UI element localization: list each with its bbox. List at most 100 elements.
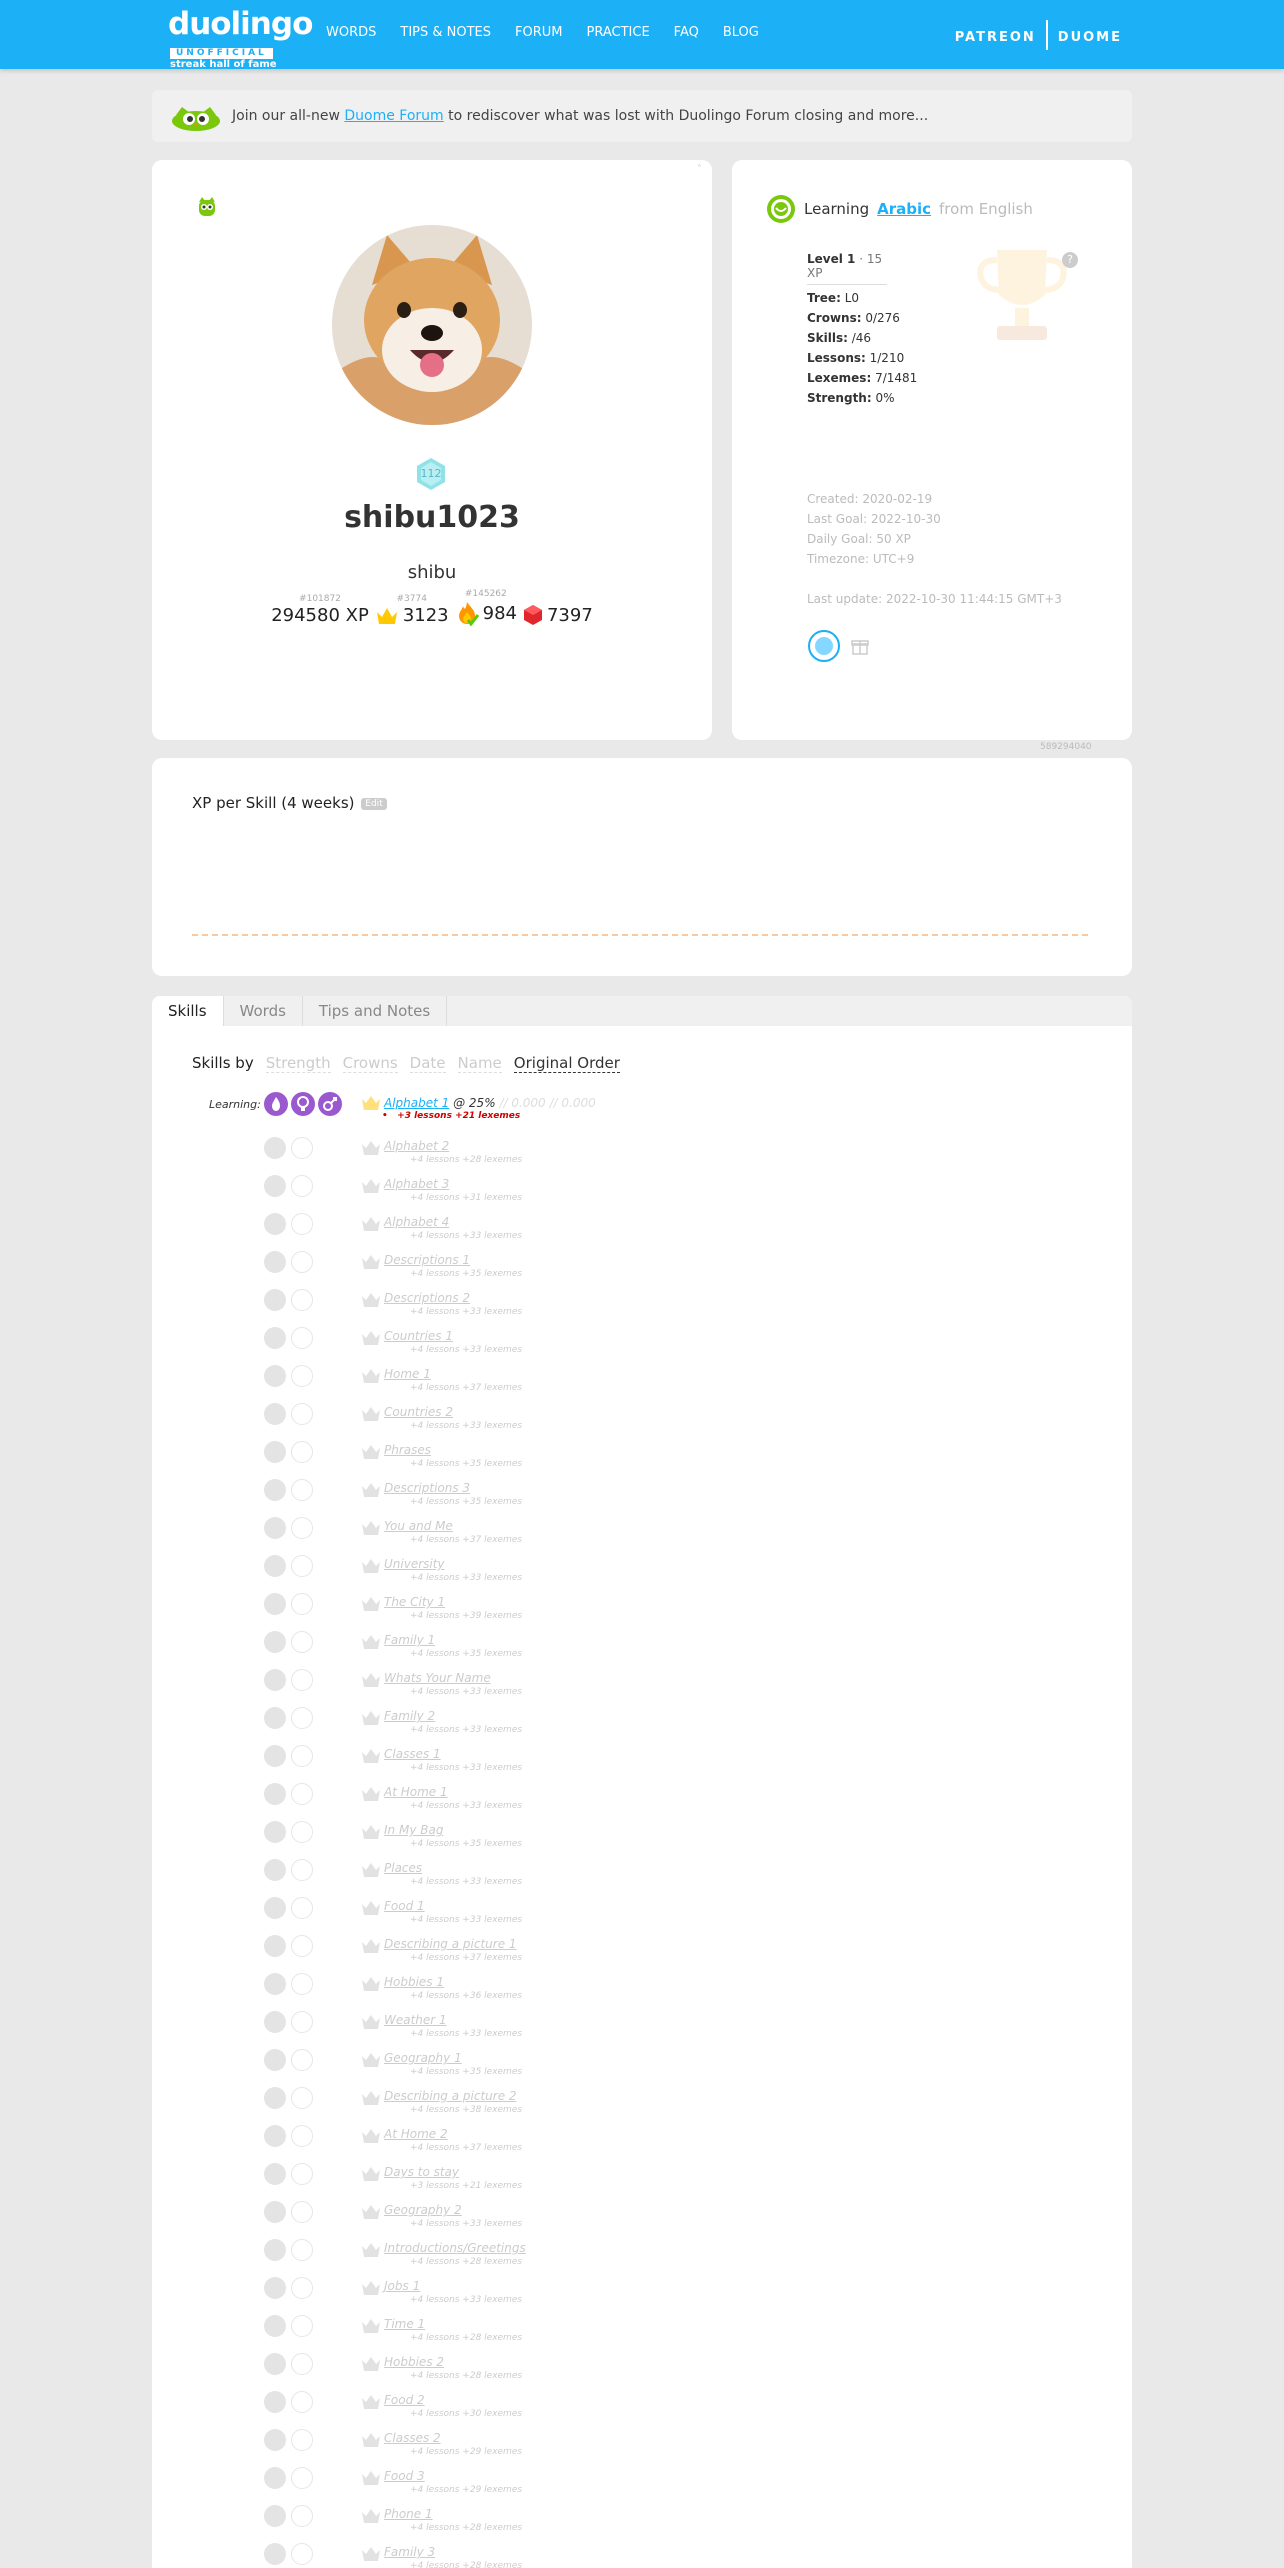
skill-name-link[interactable]: Food 1: [384, 1899, 425, 1913]
skill-sun-icon[interactable]: [264, 1593, 286, 1615]
skill-clock-icon[interactable]: [264, 2315, 286, 2337]
sort-crowns[interactable]: Crowns: [342, 1054, 398, 1073]
male-symbol-icon[interactable]: [318, 1092, 342, 1116]
skill-name-link[interactable]: Family 2: [384, 1709, 435, 1723]
skill-frame-icon[interactable]: [264, 1859, 286, 1881]
nav-tips-notes[interactable]: TIPS & NOTES: [400, 25, 491, 40]
skill-name-link[interactable]: Family 3: [384, 2545, 435, 2559]
skill-book-icon[interactable]: [264, 1555, 286, 1577]
skill-name-link[interactable]: Countries 1: [384, 1329, 453, 1343]
skill-name-link[interactable]: Alphabet 3: [384, 1177, 449, 1191]
skill-triangle-icon[interactable]: [264, 2201, 286, 2223]
skill-lock-icon[interactable]: [264, 1175, 286, 1197]
skill-globe-icon[interactable]: [264, 1251, 286, 1273]
duome-link[interactable]: DUOME: [1058, 30, 1122, 45]
skill-music-icon[interactable]: [264, 1745, 286, 1767]
skill-store-icon[interactable]: [264, 1821, 286, 1843]
skill-globe-icon[interactable]: [264, 2239, 286, 2261]
skill-star-icon[interactable]: [264, 1973, 286, 1995]
skill-heart-icon[interactable]: [264, 2543, 286, 2565]
sort-original-order[interactable]: Original Order: [513, 1054, 620, 1073]
skill-heart-icon[interactable]: [264, 1707, 286, 1729]
skill-bubble-icon[interactable]: [264, 1441, 286, 1463]
skill-music-icon[interactable]: [264, 1517, 286, 1539]
skill-runner-icon[interactable]: [264, 1479, 286, 1501]
skill-frame-icon[interactable]: [264, 2163, 286, 2185]
skill-name-link[interactable]: Classes 2: [384, 2431, 441, 2445]
skill-name-link[interactable]: At Home 2: [384, 2127, 448, 2141]
skill-runner-icon[interactable]: [264, 1289, 286, 1311]
skill-name-link[interactable]: Classes 1: [384, 1747, 441, 1761]
skill-name-link[interactable]: Descriptions 2: [384, 1291, 470, 1305]
skill-name-link[interactable]: The City 1: [384, 1595, 445, 1609]
duome-forum-link[interactable]: Duome Forum: [344, 108, 443, 124]
sort-date[interactable]: Date: [409, 1054, 446, 1073]
skill-book-icon[interactable]: [264, 2049, 286, 2071]
skill-heart-icon[interactable]: [264, 1631, 286, 1653]
tab-tips-notes[interactable]: Tips and Notes: [303, 996, 448, 1026]
fire-skill-icon[interactable]: [264, 1092, 288, 1116]
patreon-link[interactable]: PATREON: [955, 30, 1036, 45]
edit-button[interactable]: Edit: [361, 797, 387, 810]
skill-heart-icon[interactable]: [264, 2277, 286, 2299]
sort-strength[interactable]: Strength: [265, 1054, 331, 1073]
skill-name-link[interactable]: Alphabet 4: [384, 1215, 449, 1229]
skill-chat-icon[interactable]: [264, 2429, 286, 2451]
skill-name-link[interactable]: At Home 1: [384, 1785, 448, 1799]
skill-name-link[interactable]: Weather 1: [384, 2013, 447, 2027]
language-link[interactable]: Arabic: [877, 200, 931, 218]
skill-name-link[interactable]: In My Bag: [384, 1823, 443, 1837]
skill-name-link[interactable]: Food 3: [384, 2469, 425, 2483]
nav-faq[interactable]: FAQ: [674, 25, 699, 40]
help-icon[interactable]: ?: [1062, 252, 1078, 268]
tab-skills[interactable]: Skills: [152, 996, 224, 1026]
tab-words[interactable]: Words: [224, 996, 303, 1026]
skill-name-link[interactable]: Phrases: [384, 1443, 431, 1457]
nav-blog[interactable]: BLOG: [723, 25, 759, 40]
collapse-icon[interactable]: ˄: [697, 164, 702, 175]
skill-name-link[interactable]: Home 1: [384, 1367, 431, 1381]
skill-clock-icon[interactable]: [264, 1783, 286, 1805]
skill-name-link[interactable]: Describing a picture 2: [384, 2089, 517, 2103]
skill-book-icon[interactable]: [264, 2353, 286, 2375]
skill-link-icon[interactable]: [264, 1365, 286, 1387]
alphabet-1-link[interactable]: Alphabet 1: [384, 1096, 449, 1110]
skill-name-link[interactable]: Family 1: [384, 1633, 435, 1647]
skill-name-link[interactable]: Food 2: [384, 2393, 425, 2407]
lightbulb-skill-icon[interactable]: [291, 1092, 315, 1116]
skill-heart-icon[interactable]: [264, 1669, 286, 1691]
nav-practice[interactable]: PRACTICE: [587, 25, 650, 40]
skill-name-link[interactable]: Describing a picture 1: [384, 1937, 517, 1951]
nav-words[interactable]: WORDS: [326, 25, 376, 40]
skill-bench-icon[interactable]: [264, 1935, 286, 1957]
skill-name-link[interactable]: Countries 2: [384, 1405, 453, 1419]
skill-name-link[interactable]: Alphabet 2: [384, 1139, 449, 1153]
sort-name[interactable]: Name: [457, 1054, 502, 1073]
skill-name-link[interactable]: Introductions/Greetings: [384, 2241, 526, 2255]
skill-lock-icon[interactable]: [264, 1137, 286, 1159]
skill-name-link[interactable]: Descriptions 3: [384, 1481, 470, 1495]
skill-name-link[interactable]: Hobbies 2: [384, 2355, 444, 2369]
skill-name-link[interactable]: Whats Your Name: [384, 1671, 491, 1685]
skill-chat-icon[interactable]: [264, 1403, 286, 1425]
skill-car-icon[interactable]: [264, 2391, 286, 2413]
skill-person-icon[interactable]: [264, 2125, 286, 2147]
skill-name-link[interactable]: Days to stay: [384, 2165, 459, 2179]
skill-hand-icon[interactable]: [264, 2011, 286, 2033]
skill-name-link[interactable]: University: [384, 1557, 445, 1571]
skill-bubble-icon[interactable]: [264, 2087, 286, 2109]
skill-name-link[interactable]: Phone 1: [384, 2507, 433, 2521]
skill-name-link[interactable]: Jobs 1: [384, 2279, 420, 2293]
skill-umbrella-icon[interactable]: [264, 1213, 286, 1235]
skill-name-link[interactable]: Hobbies 1: [384, 1975, 444, 1989]
skill-car-icon[interactable]: [264, 1897, 286, 1919]
skill-name-link[interactable]: Geography 2: [384, 2203, 462, 2217]
skill-name-link[interactable]: You and Me: [384, 1519, 453, 1533]
skill-store-icon[interactable]: [264, 2467, 286, 2489]
nav-forum[interactable]: FORUM: [515, 25, 562, 40]
shield-badge-icon[interactable]: [808, 630, 840, 662]
gift-icon[interactable]: [850, 636, 870, 656]
skill-phone-icon[interactable]: [264, 2505, 286, 2527]
duolingo-logo[interactable]: duolingo UNOFFICIAL streak hall of fame: [168, 8, 313, 71]
skill-name-link[interactable]: Places: [384, 1861, 422, 1875]
